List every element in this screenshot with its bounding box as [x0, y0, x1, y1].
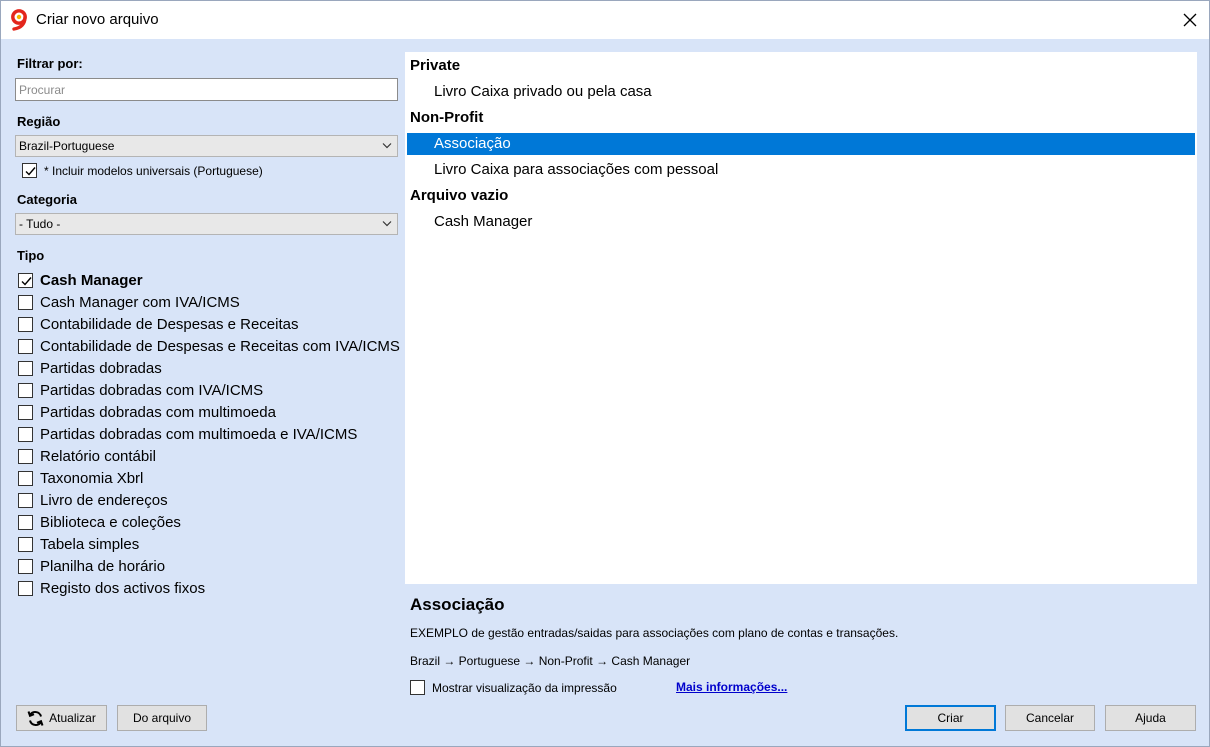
refresh-button-label: Atualizar — [49, 711, 96, 725]
type-item-label: Livro de endereços — [40, 492, 168, 509]
type-checkbox[interactable] — [18, 317, 33, 332]
include-universal-checkbox[interactable] — [22, 163, 37, 178]
print-preview-checkbox[interactable] — [410, 680, 425, 695]
search-input[interactable] — [15, 78, 398, 101]
type-checkbox[interactable] — [18, 537, 33, 552]
checkmark-icon — [25, 167, 36, 176]
type-checkbox[interactable] — [18, 295, 33, 310]
type-checkbox[interactable] — [18, 405, 33, 420]
category-dropdown-value: - Tudo - — [19, 217, 61, 231]
type-checkbox[interactable] — [18, 515, 33, 530]
type-item-label: Partidas dobradas com multimoeda — [40, 404, 276, 421]
type-item-label: Cash Manager com IVA/ICMS — [40, 294, 240, 311]
type-checkbox[interactable] — [18, 273, 33, 288]
create-button[interactable]: Criar — [905, 705, 996, 731]
cancel-button[interactable]: Cancelar — [1005, 705, 1095, 731]
chevron-down-icon — [382, 143, 392, 149]
type-checkbox[interactable] — [18, 449, 33, 464]
include-universal-label: * Incluir modelos universais (Portuguese… — [44, 164, 263, 178]
window-title: Criar novo arquivo — [36, 11, 159, 28]
type-item-label: Partidas dobradas — [40, 360, 162, 377]
type-item-label: Tabela simples — [40, 536, 140, 553]
type-item-label: Partidas dobradas com IVA/ICMS — [40, 382, 264, 399]
type-item-label: Partidas dobradas com multimoeda e IVA/I… — [40, 426, 358, 443]
checkmark-icon — [21, 277, 32, 286]
help-button[interactable]: Ajuda — [1105, 705, 1196, 731]
template-item[interactable]: Livro Caixa para associações com pessoal — [407, 159, 1195, 181]
type-item-label: Contabilidade de Despesas e Receitas — [40, 316, 299, 333]
filter-label: Filtrar por: — [17, 56, 83, 71]
banana-logo-icon — [10, 9, 32, 31]
type-checkbox[interactable] — [18, 339, 33, 354]
detail-path: Brazil → Portuguese → Non-Profit → Cash … — [410, 654, 691, 668]
refresh-icon — [27, 710, 44, 726]
type-checkbox[interactable] — [18, 471, 33, 486]
type-checkbox[interactable] — [18, 581, 33, 596]
type-item-label: Relatório contábil — [40, 448, 156, 465]
refresh-button[interactable]: Atualizar — [16, 705, 107, 731]
type-item-label: Planilha de horário — [40, 558, 166, 575]
template-group-header: Arquivo vazio — [410, 187, 509, 204]
template-item[interactable]: Cash Manager — [407, 211, 1195, 233]
region-label: Região — [17, 114, 61, 129]
title-bar: Criar novo arquivo — [1, 1, 1209, 39]
type-item-label: Registo dos activos fixos — [40, 580, 206, 597]
detail-title: Associação — [410, 595, 505, 614]
category-label: Categoria — [17, 192, 77, 207]
type-item-label: Contabilidade de Despesas e Receitas com… — [40, 338, 400, 355]
region-dropdown-value: Brazil-Portuguese — [19, 139, 115, 153]
dialog-window: Criar novo arquivo Filtrar por: Região B… — [0, 0, 1210, 747]
template-item[interactable]: Livro Caixa privado ou pela casa — [407, 81, 1195, 103]
template-list: Private Livro Caixa privado ou pela casa… — [405, 52, 1197, 584]
type-checkbox[interactable] — [18, 383, 33, 398]
type-item-label: Cash Manager — [40, 272, 143, 289]
category-dropdown[interactable]: - Tudo - — [15, 213, 398, 235]
type-item-label: Biblioteca e coleções — [40, 514, 181, 531]
type-checkbox[interactable] — [18, 559, 33, 574]
template-group-header: Private — [410, 57, 461, 74]
from-file-button[interactable]: Do arquivo — [117, 705, 207, 731]
type-checkbox[interactable] — [18, 493, 33, 508]
region-dropdown[interactable]: Brazil-Portuguese — [15, 135, 398, 157]
chevron-down-icon — [382, 221, 392, 227]
type-label: Tipo — [17, 248, 45, 263]
template-item-selected[interactable]: Associação — [407, 133, 1195, 155]
more-info-link[interactable]: Mais informações... — [676, 680, 787, 694]
close-icon[interactable] — [1177, 7, 1203, 33]
type-item-label: Taxonomia Xbrl — [40, 470, 144, 487]
print-preview-label: Mostrar visualização da impressão — [432, 681, 617, 695]
detail-description: EXEMPLO de gestão entradas/saidas para a… — [410, 626, 899, 640]
type-checkbox[interactable] — [18, 361, 33, 376]
template-group-header: Non-Profit — [410, 109, 484, 126]
type-checkbox[interactable] — [18, 427, 33, 442]
